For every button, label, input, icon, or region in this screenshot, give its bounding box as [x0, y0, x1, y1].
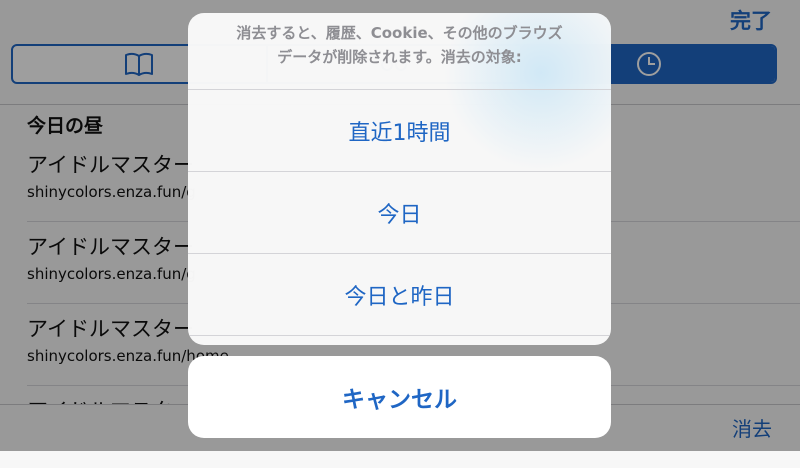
- option-all-time-partial[interactable]: [188, 335, 611, 345]
- action-sheet-options: 直近1時間 今日 今日と昨日: [188, 89, 611, 345]
- message-line-1: 消去すると、履歴、Cookie、その他のブラウズ: [236, 24, 563, 42]
- clear-history-action-sheet: 消去すると、履歴、Cookie、その他のブラウズ データが削除されます。消去の対…: [188, 13, 611, 345]
- message-line-2: データが削除されます。消去の対象:: [277, 48, 522, 66]
- option-today-and-yesterday[interactable]: 今日と昨日: [188, 253, 611, 335]
- action-sheet-message: 消去すると、履歴、Cookie、その他のブラウズ データが削除されます。消去の対…: [188, 13, 611, 89]
- option-last-hour[interactable]: 直近1時間: [188, 89, 611, 171]
- cancel-button[interactable]: キャンセル: [188, 356, 611, 438]
- option-today[interactable]: 今日: [188, 171, 611, 253]
